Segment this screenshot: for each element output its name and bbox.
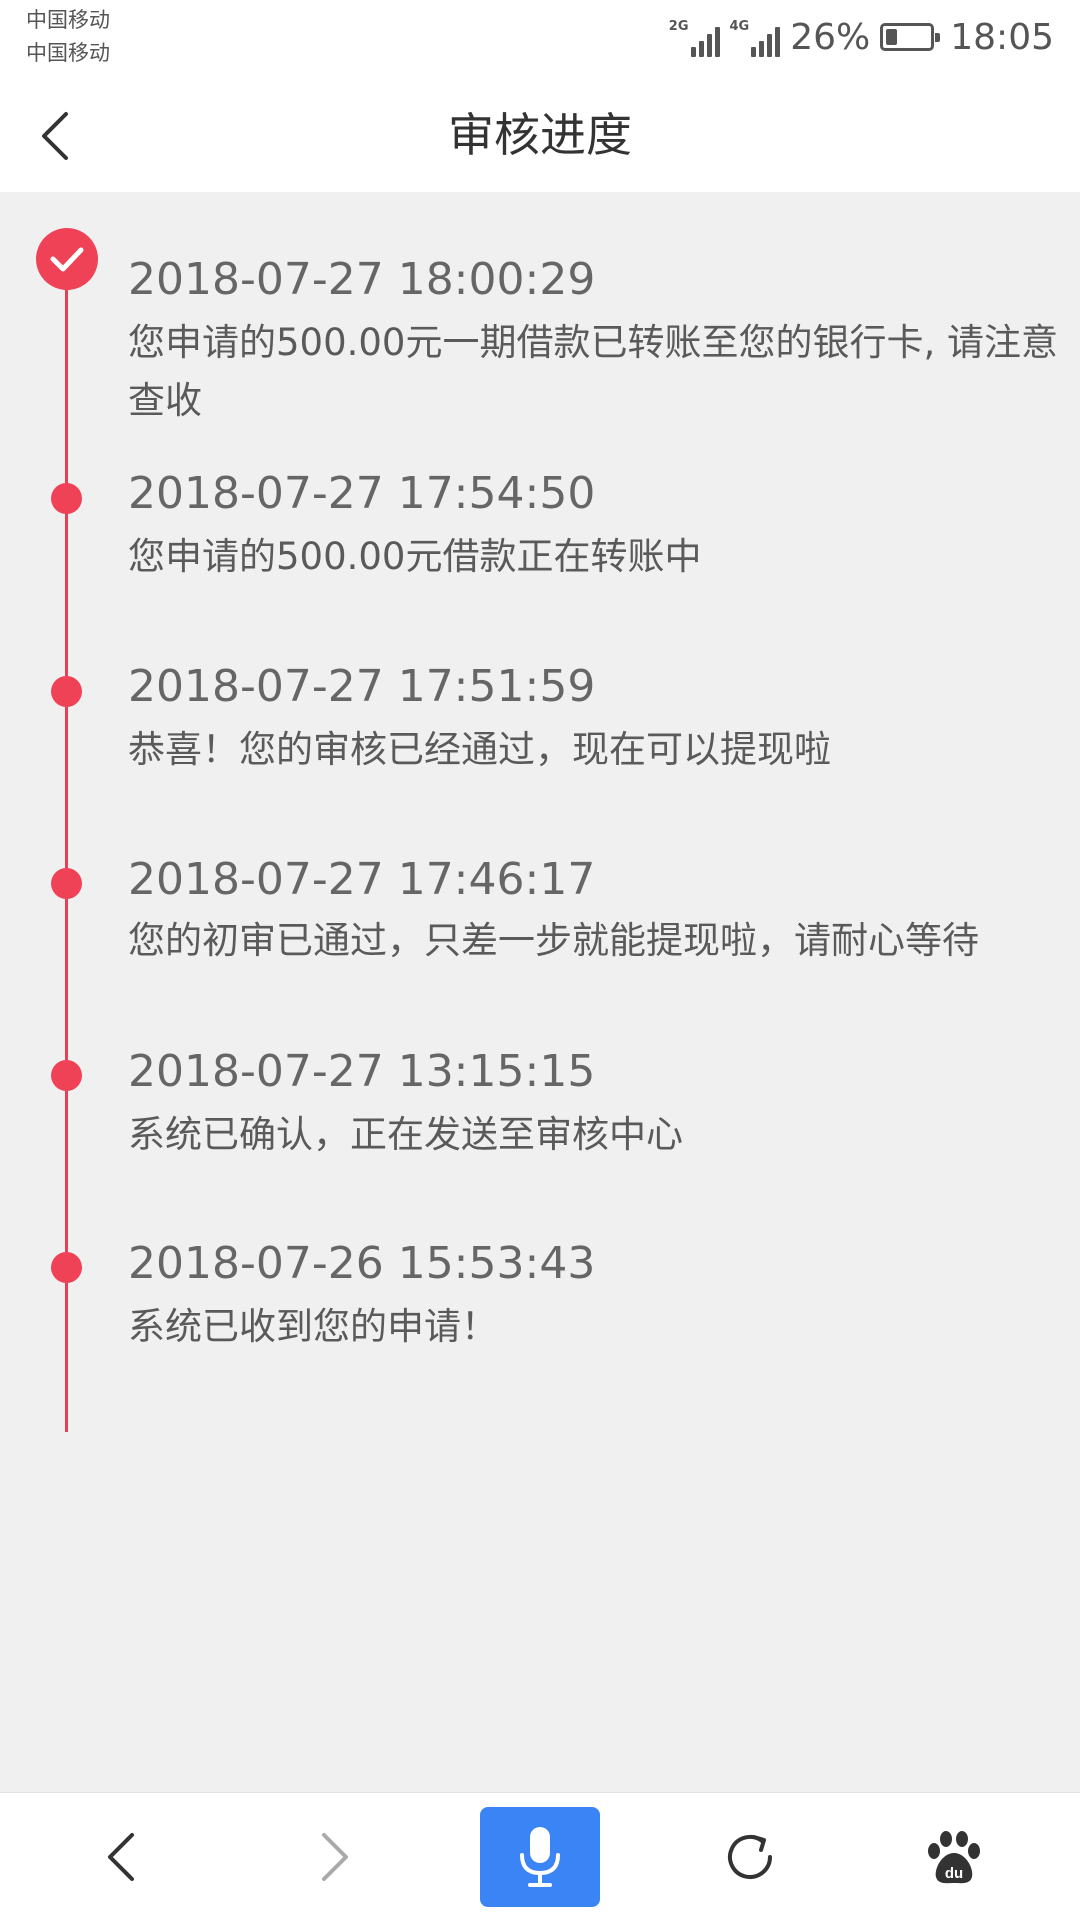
chevron-left-icon <box>42 112 68 160</box>
status-bar: 中国移动 中国移动 2G 4G 26% 18:05 <box>0 0 1080 78</box>
timeline-dot <box>51 676 82 707</box>
refresh-icon <box>728 1835 772 1879</box>
microphone-icon <box>520 1827 560 1887</box>
back-button[interactable] <box>20 100 92 172</box>
browser-back-button[interactable] <box>72 1807 172 1907</box>
review-progress-timeline: 2018-07-27 18:00:29 您申请的500.00元一期借款已转账至您… <box>0 192 1080 1792</box>
timeline-text: 您申请的500.00元一期借款已转账至您的银行卡, 请注意查收 <box>128 321 1058 422</box>
battery-level <box>886 29 898 45</box>
timeline-time: 2018-07-26 15:53:43 <box>128 1238 596 1289</box>
timeline-text: 系统已确认，正在发送至审核中心 <box>128 1113 683 1156</box>
carrier-name-2: 中国移动 <box>26 41 110 65</box>
baidu-paw-icon: du <box>928 1831 980 1884</box>
status-clock: 18:05 <box>950 16 1054 58</box>
timeline-time: 2018-07-27 18:00:29 <box>128 254 596 305</box>
timeline-dot <box>51 868 82 899</box>
timeline-time: 2018-07-27 13:15:15 <box>128 1046 596 1097</box>
battery-percent: 26% <box>790 16 871 58</box>
app-header: 审核进度 <box>0 78 1080 192</box>
status-indicators: 2G 4G 26% 18:05 <box>669 14 1054 60</box>
signal-4g: 4G <box>730 17 781 57</box>
baidu-home-button[interactable]: du <box>904 1807 1004 1907</box>
battery-icon <box>880 23 941 51</box>
timeline-text: 系统已收到您的申请！ <box>128 1305 498 1348</box>
timeline-text: 您申请的500.00元借款正在转账中 <box>128 535 702 578</box>
timeline-dot <box>51 483 82 514</box>
chevron-left-icon <box>108 1833 134 1881</box>
voice-search-button[interactable] <box>480 1807 600 1907</box>
refresh-button[interactable] <box>700 1807 800 1907</box>
baidu-text: du <box>945 1865 963 1882</box>
browser-forward-button[interactable] <box>284 1807 384 1907</box>
timeline-text: 您的初审已通过，只差一步就能提现啦，请耐心等待 <box>128 919 979 962</box>
page-title: 审核进度 <box>448 108 632 162</box>
timeline-dot <box>51 1060 82 1091</box>
timeline-dot <box>51 1252 82 1283</box>
carrier-name-1: 中国移动 <box>26 8 110 32</box>
timeline-time: 2018-07-27 17:51:59 <box>128 661 596 712</box>
timeline-time: 2018-07-27 17:46:17 <box>128 854 596 905</box>
network-type-4g: 4G <box>729 19 750 34</box>
network-type-2g: 2G <box>668 19 689 34</box>
signal-bars-icon <box>751 25 781 57</box>
chevron-right-icon <box>322 1833 348 1881</box>
browser-toolbar: du <box>0 1792 1080 1920</box>
signal-bars-icon <box>690 25 720 57</box>
timeline-time: 2018-07-27 17:54:50 <box>128 468 596 519</box>
completed-check-icon <box>36 228 98 290</box>
timeline-text: 恭喜！您的审核已经通过，现在可以提现啦 <box>128 728 831 771</box>
signal-2g: 2G <box>669 17 720 57</box>
